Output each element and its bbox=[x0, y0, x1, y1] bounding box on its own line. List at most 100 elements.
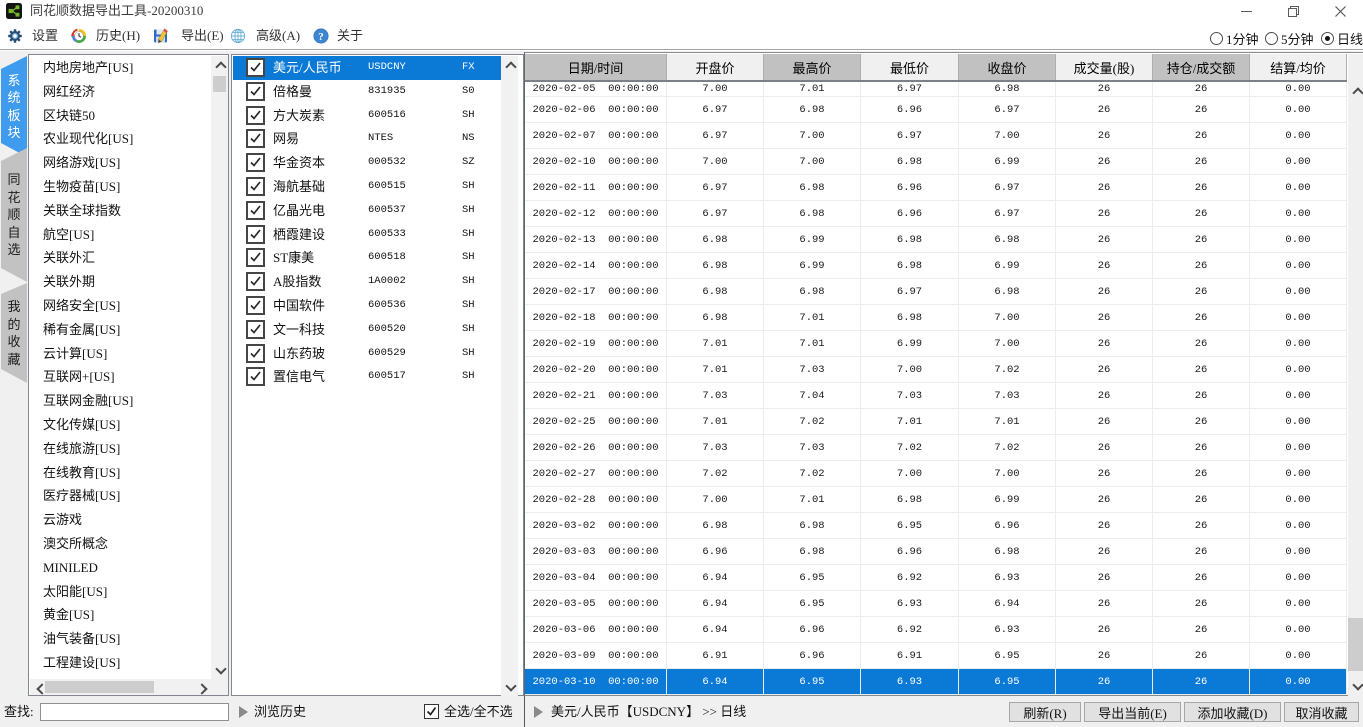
checked-checkbox[interactable] bbox=[246, 129, 265, 148]
column-header[interactable]: 收盘价 bbox=[959, 54, 1056, 80]
stock-list-item[interactable]: 山东药玻600529SH bbox=[233, 342, 501, 366]
table-row[interactable]: 2020-03-02 00:00:006.986.986.956.9626260… bbox=[525, 513, 1347, 539]
sector-list-item[interactable]: 关联全球指数 bbox=[30, 199, 211, 223]
select-all-label[interactable]: 全选/全不选 bbox=[444, 696, 513, 727]
side-tab-my-favorites[interactable]: 我的收藏 bbox=[1, 283, 27, 383]
sector-list-item[interactable]: 网络安全[US] bbox=[30, 294, 211, 318]
sector-list-item[interactable]: 网络游戏[US] bbox=[30, 151, 211, 175]
stock-list-item[interactable]: A股指数1A0002SH bbox=[233, 270, 501, 294]
sector-list-item[interactable]: 关联外期 bbox=[30, 270, 211, 294]
checked-checkbox[interactable] bbox=[246, 201, 265, 220]
table-row[interactable]: 2020-02-21 00:00:007.037.047.037.0326260… bbox=[525, 383, 1347, 409]
table-row[interactable]: 2020-03-10 00:00:006.946.956.936.9526260… bbox=[525, 669, 1347, 695]
table-row[interactable]: 2020-02-27 00:00:007.027.027.007.0026260… bbox=[525, 461, 1347, 487]
sector-list-item[interactable]: 油气装备[US] bbox=[30, 627, 211, 651]
add-favorite-button[interactable]: 添加收藏(D) bbox=[1184, 702, 1281, 722]
table-row[interactable]: 2020-02-17 00:00:006.986.986.976.9826260… bbox=[525, 279, 1347, 305]
table-row[interactable]: 2020-03-06 00:00:006.946.966.926.9326260… bbox=[525, 617, 1347, 643]
sector-vertical-scrollbar[interactable] bbox=[211, 56, 228, 679]
sector-list-item[interactable]: 澳交所概念 bbox=[30, 532, 211, 556]
scroll-up-icon[interactable] bbox=[1348, 82, 1363, 99]
menu-history[interactable]: 历史(H) bbox=[96, 22, 140, 49]
stock-list-item[interactable]: 栖霞建设600533SH bbox=[233, 223, 501, 247]
sector-list-item[interactable]: 黄金[US] bbox=[30, 603, 211, 627]
sector-list-item[interactable]: 文化传媒[US] bbox=[30, 413, 211, 437]
stock-list-item[interactable]: 网易NTESNS bbox=[233, 127, 501, 151]
scroll-up-icon[interactable] bbox=[501, 56, 518, 73]
table-row[interactable]: 2020-02-12 00:00:006.976.986.966.9726260… bbox=[525, 201, 1347, 227]
table-row[interactable]: 2020-02-11 00:00:006.976.986.966.9726260… bbox=[525, 175, 1347, 201]
column-header[interactable]: 日期/时间 bbox=[525, 54, 667, 80]
find-input[interactable] bbox=[40, 703, 229, 721]
table-row[interactable]: 2020-02-10 00:00:007.007.006.986.9926260… bbox=[525, 149, 1347, 175]
table-row[interactable]: 2020-03-03 00:00:006.966.986.966.9826260… bbox=[525, 539, 1347, 565]
scroll-down-icon[interactable] bbox=[211, 662, 228, 679]
side-tab-system-sectors[interactable]: 系统板块 bbox=[1, 56, 27, 157]
restore-button[interactable] bbox=[1278, 0, 1308, 22]
sector-list-item[interactable]: 生物疫苗[US] bbox=[30, 175, 211, 199]
stock-list-item[interactable]: 中国软件600536SH bbox=[233, 294, 501, 318]
checked-checkbox[interactable] bbox=[246, 296, 265, 315]
column-header[interactable]: 开盘价 bbox=[667, 54, 764, 80]
refresh-button[interactable]: 刷新(R) bbox=[1009, 702, 1081, 722]
checked-checkbox[interactable] bbox=[246, 225, 265, 244]
sector-list-item[interactable]: 在线教育[US] bbox=[30, 461, 211, 485]
stock-list-item[interactable]: 海航基础600515SH bbox=[233, 175, 501, 199]
checked-checkbox[interactable] bbox=[246, 344, 265, 363]
scroll-down-icon[interactable] bbox=[501, 679, 518, 696]
table-row[interactable]: 2020-03-05 00:00:006.946.956.936.9426260… bbox=[525, 591, 1347, 617]
table-row[interactable]: 2020-02-05 00:00:007.007.016.976.9826260… bbox=[525, 82, 1347, 97]
table-row[interactable]: 2020-02-14 00:00:006.986.996.986.9926260… bbox=[525, 253, 1347, 279]
scrollbar-thumb[interactable] bbox=[45, 681, 154, 693]
scroll-right-icon[interactable] bbox=[194, 679, 211, 695]
stock-list-item[interactable]: 华金资本000532SZ bbox=[233, 151, 501, 175]
sector-list-item[interactable]: 在线旅游[US] bbox=[30, 437, 211, 461]
sector-horizontal-scrollbar[interactable] bbox=[30, 679, 211, 695]
table-row[interactable]: 2020-02-18 00:00:006.987.016.987.0026260… bbox=[525, 305, 1347, 331]
table-row[interactable]: 2020-02-28 00:00:007.007.016.986.9926260… bbox=[525, 487, 1347, 513]
table-row[interactable]: 2020-02-13 00:00:006.986.996.986.9826260… bbox=[525, 227, 1347, 253]
sector-list-item[interactable]: 互联网+[US] bbox=[30, 365, 211, 389]
checked-checkbox[interactable] bbox=[246, 272, 265, 291]
sector-list-item[interactable]: 云计算[US] bbox=[30, 342, 211, 366]
column-header[interactable]: 成交量(股) bbox=[1056, 54, 1153, 80]
sector-list-item[interactable]: 区块链50 bbox=[30, 104, 211, 128]
select-all-checkbox[interactable] bbox=[424, 704, 439, 719]
table-row[interactable]: 2020-03-09 00:00:006.916.966.916.9526260… bbox=[525, 643, 1347, 669]
table-row[interactable]: 2020-02-06 00:00:006.976.986.966.9726260… bbox=[525, 97, 1347, 123]
checked-checkbox[interactable] bbox=[246, 320, 265, 339]
sector-list-item[interactable]: 农业现代化[US] bbox=[30, 127, 211, 151]
scrollbar-thumb[interactable] bbox=[213, 76, 226, 92]
radio-daily[interactable]: 日线 bbox=[1321, 29, 1363, 48]
sector-list-item[interactable]: 稀有金属[US] bbox=[30, 318, 211, 342]
radio-1min[interactable]: 1分钟 bbox=[1210, 29, 1259, 48]
table-vertical-scrollbar[interactable] bbox=[1348, 54, 1363, 696]
checked-checkbox[interactable] bbox=[246, 58, 265, 77]
sector-list-item[interactable]: 互联网金融[US] bbox=[30, 389, 211, 413]
stock-list-item[interactable]: 倍格曼831935S0 bbox=[233, 80, 501, 104]
column-header[interactable]: 持仓/成交额 bbox=[1153, 54, 1250, 80]
stock-list-item[interactable]: 方大炭素600516SH bbox=[233, 104, 501, 128]
sector-list-item[interactable]: 医疗器械[US] bbox=[30, 484, 211, 508]
checked-checkbox[interactable] bbox=[246, 106, 265, 125]
stock-list-item[interactable]: 文一科技600520SH bbox=[233, 318, 501, 342]
remove-favorite-button[interactable]: 取消收藏 bbox=[1284, 702, 1359, 722]
menu-export[interactable]: 导出(E) bbox=[181, 22, 224, 49]
sector-list-item[interactable]: 云游戏 bbox=[30, 508, 211, 532]
stock-list-item[interactable]: 美元/人民币USDCNYFX bbox=[233, 56, 501, 80]
menu-settings[interactable]: 设置 bbox=[32, 22, 58, 49]
side-tab-ths-watchlist[interactable]: 同花顺自选 bbox=[1, 148, 27, 282]
table-row[interactable]: 2020-02-20 00:00:007.017.037.007.0226260… bbox=[525, 357, 1347, 383]
stock-list-item[interactable]: 亿晶光电600537SH bbox=[233, 199, 501, 223]
table-row[interactable]: 2020-02-26 00:00:007.037.037.027.0226260… bbox=[525, 435, 1347, 461]
checked-checkbox[interactable] bbox=[246, 248, 265, 267]
stock-vertical-scrollbar[interactable] bbox=[501, 56, 518, 696]
column-header[interactable]: 最低价 bbox=[861, 54, 959, 80]
close-button[interactable] bbox=[1325, 0, 1355, 22]
sector-list-item[interactable]: 航空[US] bbox=[30, 223, 211, 247]
sector-list-item[interactable]: MINILED bbox=[30, 556, 211, 580]
column-header[interactable]: 最高价 bbox=[764, 54, 861, 80]
checked-checkbox[interactable] bbox=[246, 177, 265, 196]
scrollbar-thumb[interactable] bbox=[1348, 618, 1363, 671]
radio-5min[interactable]: 5分钟 bbox=[1265, 29, 1314, 48]
